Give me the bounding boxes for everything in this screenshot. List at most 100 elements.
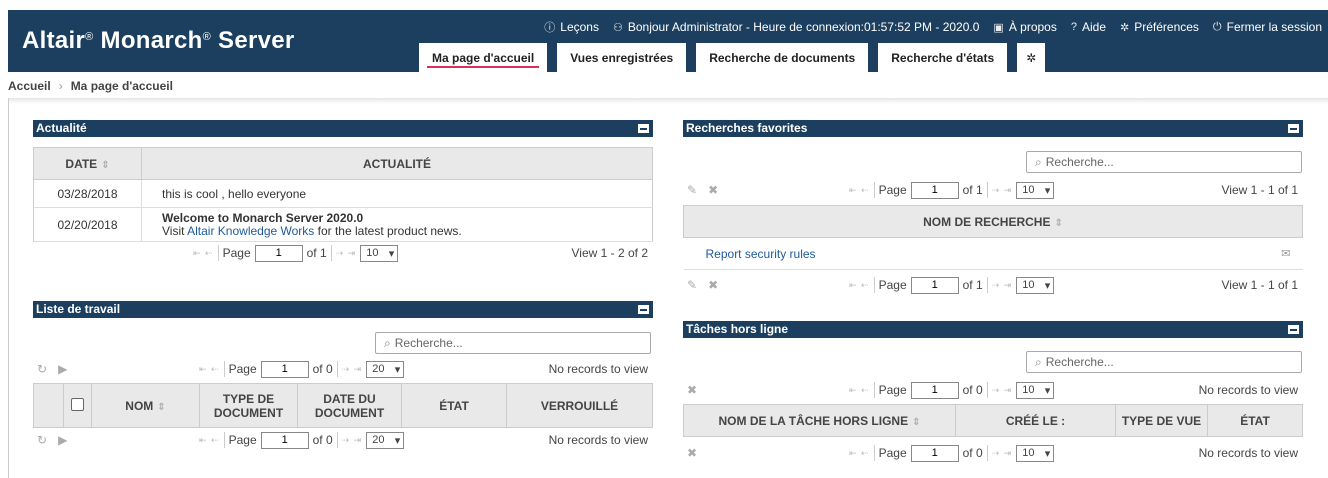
help-icon: ?	[1070, 21, 1077, 33]
worklist-pager-bottom: ↻▶ ⇤ ⇠ Page of 0 ⇢ ⇥ 20▾ No records to v…	[33, 429, 653, 451]
search-input[interactable]: ⌕ Recherche...	[375, 332, 651, 354]
favorite-search-link[interactable]: Report security rules	[706, 247, 816, 261]
minimize-icon[interactable]	[638, 124, 649, 133]
first-page-icon[interactable]: ⇤ ⇠	[849, 385, 870, 396]
last-page-icon[interactable]: ⇢ ⇥	[992, 448, 1013, 459]
column-header-state[interactable]: ÉTAT	[401, 383, 507, 428]
page-input[interactable]	[910, 381, 959, 399]
column-header-search-name[interactable]: NOM DE RECHERCHE ⇕	[683, 205, 1303, 238]
search-input[interactable]: ⌕ Recherche...	[1026, 351, 1302, 373]
first-page-icon[interactable]: ⇤ ⇠	[849, 448, 870, 459]
table-row[interactable]: 03/28/2018 this is cool , hello everyone	[33, 179, 653, 208]
delete-icon[interactable]: ✖	[708, 278, 718, 292]
page-size-select[interactable]: 10 ▾	[1016, 381, 1055, 399]
first-page-icon[interactable]: ⇤ ⇠	[199, 435, 220, 446]
column-header-state[interactable]: ÉTAT	[1207, 404, 1303, 437]
chevron-down-icon: ▾	[388, 247, 395, 260]
page-size-select[interactable]: 20 ▾	[366, 431, 405, 449]
column-header-docdate[interactable]: DATE DU DOCUMENT	[297, 383, 402, 428]
page-input[interactable]	[910, 444, 959, 462]
favorites-pager-top: ✎✖ ⇤ ⇠ Page of 1 ⇢ ⇥ 10▾ View 1 - 1 of 1	[683, 179, 1303, 201]
sort-icon: ⇕	[157, 401, 166, 413]
search-icon: ⌕	[384, 335, 391, 350]
minimize-icon[interactable]	[1288, 325, 1299, 334]
column-header-locked[interactable]: VERROUILLÉ	[506, 383, 653, 428]
search-input[interactable]: ⌕ Recherche...	[1026, 151, 1302, 173]
gear-icon: ✲	[1026, 50, 1037, 65]
refresh-icon[interactable]: ↻	[37, 433, 47, 447]
lessons-link[interactable]: ⓘ Leçons	[544, 19, 599, 35]
column-header-name[interactable]: NOM ⇕	[91, 383, 200, 428]
worklist-panel-title: Liste de travail	[33, 301, 653, 318]
table-row[interactable]: Report security rules ✉	[683, 237, 1303, 270]
delete-icon[interactable]: ✖	[708, 183, 718, 197]
last-page-icon[interactable]: ⇢ ⇥	[336, 248, 357, 259]
tab-document-search[interactable]: Recherche de documents	[696, 43, 869, 72]
breadcrumb-separator: ›	[58, 79, 63, 93]
last-page-icon[interactable]: ⇢ ⇥	[342, 435, 363, 446]
page-input[interactable]	[254, 244, 303, 262]
column-header-created[interactable]: CRÉÉ LE :	[955, 404, 1116, 437]
table-row[interactable]: 02/20/2018 Welcome to Monarch Server 202…	[33, 207, 653, 242]
column-header-doctype[interactable]: TYPE DE DOCUMENT	[199, 383, 298, 428]
minimize-icon[interactable]	[638, 305, 649, 314]
minimize-icon[interactable]	[1288, 124, 1299, 133]
tab-settings[interactable]: ✲	[1017, 43, 1046, 72]
select-all-checkbox[interactable]	[71, 397, 84, 411]
first-page-icon[interactable]: ⇤ ⇠	[193, 248, 214, 259]
column-header-select	[63, 383, 92, 428]
page-size-select[interactable]: 10 ▾	[360, 244, 399, 262]
chevron-down-icon: ▾	[1044, 384, 1051, 397]
tab-saved-views[interactable]: Vues enregistrées	[557, 43, 687, 72]
offline-tasks-panel: Tâches hors ligne ⌕ Recherche... ✖ ⇤ ⇠ Pa…	[683, 321, 1303, 466]
offline-panel-title: Tâches hors ligne	[683, 321, 1303, 338]
column-header-task-name[interactable]: NOM DE LA TÂCHE HORS LIGNE ⇕	[683, 404, 956, 437]
page-size-select[interactable]: 10 ▾	[1016, 444, 1055, 462]
breadcrumb-home[interactable]: Accueil	[8, 79, 51, 93]
page-size-select[interactable]: 20 ▾	[366, 360, 405, 378]
logout-link[interactable]: ⏻ Fermer la session	[1213, 19, 1322, 35]
page-input[interactable]	[910, 276, 959, 294]
last-page-icon[interactable]: ⇢ ⇥	[342, 364, 363, 375]
sort-icon: ⇕	[912, 416, 921, 428]
main-tabs: Ma page d'accueil Vues enregistrées Rech…	[419, 43, 1046, 72]
last-page-icon[interactable]: ⇢ ⇥	[992, 185, 1013, 196]
delete-icon[interactable]: ✖	[687, 383, 697, 397]
column-header-news[interactable]: ACTUALITÉ	[141, 147, 653, 180]
refresh-icon[interactable]: ↻	[37, 362, 47, 376]
first-page-icon[interactable]: ⇤ ⇠	[199, 364, 220, 375]
news-pager: ⇤ ⇠ Page of 1 ⇢ ⇥ 10▾ View 1 - 2 of 2	[33, 242, 653, 264]
favorites-table: NOM DE RECHERCHE ⇕ Report security rules …	[683, 205, 1303, 270]
page-size-select[interactable]: 10 ▾	[1016, 276, 1055, 294]
last-page-icon[interactable]: ⇢ ⇥	[992, 385, 1013, 396]
about-icon: ▣	[993, 21, 1004, 34]
page-input[interactable]	[910, 181, 959, 199]
about-link[interactable]: ▣ À propos	[993, 19, 1056, 35]
offline-pager-top: ✖ ⇤ ⇠ Page of 0 ⇢ ⇥ 10▾ No records to vi…	[683, 379, 1303, 401]
play-icon[interactable]: ▶	[58, 433, 67, 447]
play-icon[interactable]: ▶	[58, 362, 67, 376]
first-page-icon[interactable]: ⇤ ⇠	[849, 185, 870, 196]
page-input[interactable]	[260, 431, 309, 449]
toolbar: ✖	[687, 383, 697, 397]
knowledge-works-link[interactable]: Altair Knowledge Works	[187, 224, 314, 238]
edit-icon[interactable]: ✎	[687, 183, 697, 197]
edit-icon[interactable]: ✎	[687, 278, 697, 292]
tab-home[interactable]: Ma page d'accueil	[419, 43, 548, 72]
help-link[interactable]: ? Aide	[1071, 19, 1106, 35]
worklist-panel: Liste de travail ⌕ Recherche... ↻ ▶ ⇤ ⇠ Pa…	[33, 301, 653, 461]
tab-report-search[interactable]: Recherche d'états	[878, 43, 1008, 72]
favorites-panel-title: Recherches favorites	[683, 120, 1303, 137]
page-size-select[interactable]: 10 ▾	[1016, 181, 1055, 199]
view-count: No records to view	[548, 362, 648, 376]
email-icon[interactable]: ✉	[1281, 247, 1290, 260]
preferences-link[interactable]: ✲ Préférences	[1120, 19, 1199, 35]
first-page-icon[interactable]: ⇤ ⇠	[849, 280, 870, 291]
last-page-icon[interactable]: ⇢ ⇥	[992, 280, 1013, 291]
user-info: ⚇ Bonjour Administrator - Heure de connex…	[612, 20, 980, 34]
column-header-date[interactable]: DATE ⇕	[33, 147, 142, 180]
page-input[interactable]	[260, 360, 309, 378]
column-header-view-type[interactable]: TYPE DE VUE	[1115, 404, 1208, 437]
chevron-down-icon: ▾	[1044, 279, 1051, 292]
delete-icon[interactable]: ✖	[687, 446, 697, 460]
